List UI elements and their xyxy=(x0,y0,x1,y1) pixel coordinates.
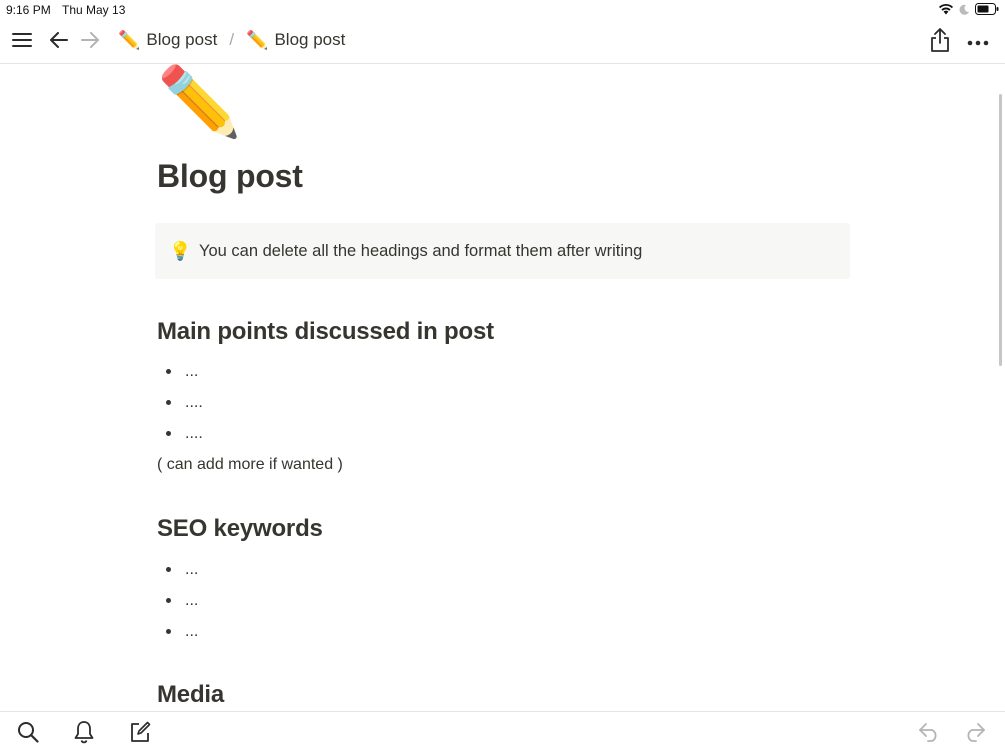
section-heading[interactable]: SEO keywords xyxy=(157,515,323,543)
bullet-dot xyxy=(166,431,171,436)
compose-icon xyxy=(129,721,151,748)
list-item-text[interactable]: ... xyxy=(185,592,198,610)
pencil-icon: ✏️ xyxy=(246,30,269,50)
breadcrumb: ✏️ Blog post / ✏️ Blog post xyxy=(118,30,345,50)
breadcrumb-item[interactable]: ✏️ Blog post xyxy=(246,30,345,50)
breadcrumb-label: Blog post xyxy=(146,30,218,49)
status-date: Thu May 13 xyxy=(62,3,126,17)
menu-icon xyxy=(12,32,32,53)
callout-block[interactable]: 💡 You can delete all the headings and fo… xyxy=(155,223,850,279)
breadcrumb-label: Blog post xyxy=(274,30,346,49)
forward-button[interactable] xyxy=(76,28,104,56)
bullet-dot xyxy=(166,567,171,572)
battery-icon xyxy=(975,3,999,18)
moon-icon xyxy=(959,4,970,18)
lightbulb-icon[interactable]: 💡 xyxy=(169,241,191,262)
bullet-dot xyxy=(166,400,171,405)
list-item-text[interactable]: ... xyxy=(185,561,198,579)
pencil-icon: ✏️ xyxy=(118,30,141,50)
page-title[interactable]: Blog post xyxy=(157,158,303,195)
notifications-button[interactable] xyxy=(71,720,97,749)
bottom-toolbar xyxy=(0,711,1005,754)
bullet-dot xyxy=(166,598,171,603)
share-button[interactable] xyxy=(926,27,954,57)
scrollbar[interactable] xyxy=(999,94,1002,366)
search-icon xyxy=(17,721,39,748)
bell-icon xyxy=(73,720,95,749)
redo-icon xyxy=(964,722,986,747)
menu-button[interactable] xyxy=(8,28,36,56)
section-heading[interactable]: Main points discussed in post xyxy=(157,318,494,346)
list-item-text[interactable]: ... xyxy=(185,623,198,641)
status-icons xyxy=(938,3,999,18)
undo-button[interactable] xyxy=(916,721,942,747)
wifi-icon xyxy=(938,3,954,18)
more-button[interactable] xyxy=(964,28,992,56)
bullet-dot xyxy=(166,369,171,374)
redo-button[interactable] xyxy=(962,721,988,747)
status-time: 9:16 PM xyxy=(6,3,51,17)
bullet-dot xyxy=(166,629,171,634)
share-icon xyxy=(930,27,950,57)
top-toolbar: ✏️ Blog post / ✏️ Blog post xyxy=(0,20,1005,64)
back-button[interactable] xyxy=(45,28,73,56)
list-item-text[interactable]: ... xyxy=(185,363,198,381)
list-item-text[interactable]: .... xyxy=(185,394,203,412)
section-heading[interactable]: Media xyxy=(157,681,224,709)
breadcrumb-separator: / xyxy=(229,30,235,49)
list-item-text[interactable]: .... xyxy=(185,425,203,443)
forward-arrow-icon xyxy=(81,31,99,53)
undo-icon xyxy=(918,722,940,747)
page-icon[interactable]: ✏️ xyxy=(157,68,242,136)
back-arrow-icon xyxy=(50,31,68,53)
more-icon xyxy=(967,33,989,51)
status-bar: 9:16 PM Thu May 13 xyxy=(0,0,1005,20)
breadcrumb-item[interactable]: ✏️ Blog post xyxy=(118,30,217,50)
new-page-button[interactable] xyxy=(127,721,153,747)
search-button[interactable] xyxy=(15,721,41,747)
callout-text[interactable]: You can delete all the headings and form… xyxy=(199,242,642,261)
paragraph-text[interactable]: ( can add more if wanted ) xyxy=(157,456,343,474)
